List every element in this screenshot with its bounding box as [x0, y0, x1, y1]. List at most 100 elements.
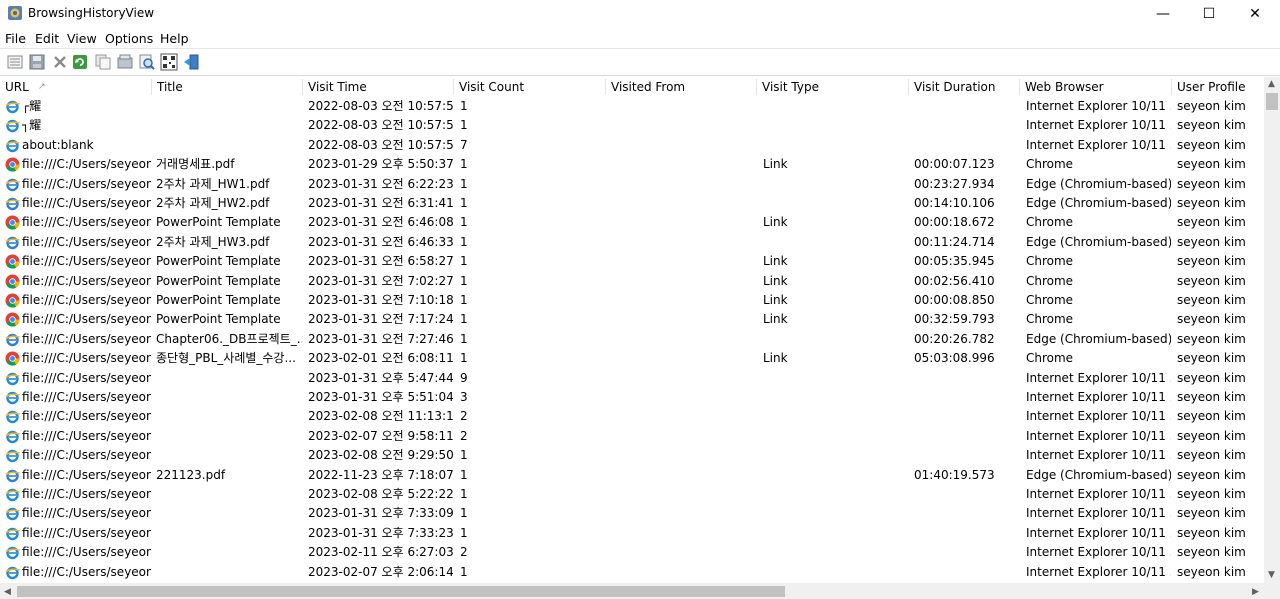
close-button[interactable]: ✕	[1232, 0, 1278, 27]
save-icon[interactable]	[28, 53, 46, 71]
cell-title: 2주차 과제_HW3.pdf	[156, 234, 270, 249]
table-row[interactable]: file:///C:/Users/seyeon... 2023-02-08 오전 …	[0, 407, 1264, 426]
chrome-browser-icon	[5, 293, 20, 308]
table-row[interactable]: file:///C:/Users/seyeon... 2023-01-31 오후 …	[0, 504, 1264, 523]
scroll-up-icon[interactable]: ▲	[1268, 79, 1275, 89]
cell-browser: Chrome	[1026, 254, 1074, 269]
table-row[interactable]: file:///C:/Users/seyeon... 2023-02-07 오후 …	[0, 563, 1264, 582]
table-row[interactable]: file:///C:/Users/seyeon... Chapter06._DB프…	[0, 330, 1264, 349]
cell-url: file:///C:/Users/seyeon...	[0, 155, 151, 174]
cell-url: ┌耀	[0, 97, 151, 116]
table-row[interactable]: file:///C:/Users/seyeon... 종단형_PBL_사례별_수강…	[0, 349, 1264, 368]
table-row[interactable]: file:///C:/Users/seyeon... 221123.pdf 2022…	[0, 466, 1264, 485]
table-row[interactable]: file:///C:/Users/seyeon... 2주차 과제_HW2.pdf…	[0, 194, 1264, 213]
cell-time: 2022-08-03 오전 10:57:55	[308, 99, 453, 113]
cell-dur	[914, 388, 1019, 407]
cell-from	[611, 563, 756, 582]
column-header-url[interactable]: URL ↗	[0, 77, 152, 97]
ie-browser-icon	[5, 449, 20, 463]
table-row[interactable]: file:///C:/Users/seyeon... PowerPoint Tem…	[0, 310, 1264, 329]
report-icon[interactable]	[6, 53, 24, 71]
table-row[interactable]: file:///C:/Users/seyeon... PowerPoint Tem…	[0, 272, 1264, 291]
cell-count: 2	[460, 545, 468, 560]
table-row[interactable]: file:///C:/Users/seyeon... 2023-02-08 오전 …	[0, 446, 1264, 465]
table-row[interactable]: file:///C:/Users/seyeon... PowerPoint Tem…	[0, 291, 1264, 310]
cell-dur: 00:00:08.850	[914, 293, 995, 307]
chrome-browser-icon	[5, 254, 20, 269]
cell-profile: seyeon kim	[1177, 99, 1246, 113]
exit-icon[interactable]	[183, 53, 201, 71]
menu-help[interactable]: Help	[160, 31, 189, 46]
refresh-icon[interactable]	[71, 53, 89, 71]
vertical-scroll-thumb[interactable]	[1266, 93, 1278, 110]
menu-edit[interactable]: Edit	[35, 31, 59, 46]
cell-count: 1	[460, 506, 468, 521]
cell-time: 2022-08-03 오전 10:57:56	[308, 137, 453, 152]
scroll-left-icon[interactable]: ◀	[4, 587, 11, 597]
vertical-scrollbar[interactable]	[1264, 77, 1280, 583]
cell-from	[611, 407, 756, 426]
table-row[interactable]: about:blank 2022-08-03 오전 10:57:56 7 Intern…	[0, 136, 1264, 155]
cell-title	[156, 97, 302, 116]
cell-profile: seyeon kim	[1177, 331, 1246, 346]
cell-time: 2023-01-31 오후 5:51:04	[308, 390, 453, 404]
edge-browser-icon	[5, 469, 20, 482]
cell-time: 2022-11-23 오후 7:18:07	[308, 467, 453, 482]
cell-count: 1	[460, 176, 468, 191]
cell-browser: Edge (Chromium-based)	[1026, 467, 1171, 482]
table-row[interactable]: file:///C:/Users/seyeon... 2023-01-31 오후 …	[0, 388, 1264, 407]
column-header-visit-time[interactable]: Visit Time	[303, 77, 454, 97]
find-icon[interactable]	[138, 53, 156, 71]
table-row[interactable]: ┐耀 2022-08-03 오전 10:57:55 1 Internet Explor…	[0, 116, 1264, 135]
copy-icon[interactable]	[94, 53, 112, 71]
cell-profile: seyeon kim	[1177, 545, 1246, 560]
cell-browser: Internet Explorer 10/11 ...	[1026, 390, 1171, 404]
column-header-web-browser[interactable]: Web Browser	[1020, 77, 1172, 97]
cell-dur	[914, 446, 1019, 465]
table-row[interactable]: ┌耀 2022-08-03 오전 10:57:55 1 Internet Explor…	[0, 97, 1264, 116]
table-row[interactable]: file:///C:/Users/seyeon... PowerPoint Tem…	[0, 213, 1264, 232]
cell-profile: seyeon kim	[1177, 273, 1246, 288]
cell-time: 2023-01-31 오후 7:33:09	[308, 506, 453, 521]
scroll-right-icon[interactable]: ▶	[1252, 587, 1259, 597]
table-row[interactable]: file:///C:/Users/seyeon... 2023-01-31 오후 …	[0, 524, 1264, 543]
menu-options[interactable]: Options	[105, 31, 153, 46]
cell-type: Link	[763, 351, 788, 366]
column-header-title[interactable]: Title	[152, 77, 303, 97]
menu-file[interactable]: File	[5, 31, 26, 46]
column-header-visited-from[interactable]: Visited From	[606, 77, 757, 97]
table-row[interactable]: file:///C:/Users/seyeon... 2023-01-31 오후 …	[0, 369, 1264, 388]
minimize-button[interactable]: —	[1140, 0, 1186, 27]
cell-url: file:///C:/Users/seyeon...	[0, 213, 151, 232]
history-list[interactable]: URL ↗ Title Visit Time Visit Count Visit…	[0, 77, 1264, 583]
menu-view[interactable]: View	[67, 31, 97, 46]
table-row[interactable]: file:///C:/Users/seyeon... 2023-02-11 오후 …	[0, 543, 1264, 562]
column-header-visit-count[interactable]: Visit Count	[454, 77, 606, 97]
cell-browser: Edge (Chromium-based)	[1026, 234, 1171, 249]
cell-title: Chapter06._DB프로젝트_...	[156, 331, 302, 346]
ie-browser-icon	[5, 391, 20, 405]
scroll-down-icon[interactable]: ▼	[1268, 570, 1275, 580]
cell-from	[611, 369, 756, 388]
column-header-user-profile[interactable]: User Profile	[1172, 77, 1264, 97]
cell-from	[611, 466, 756, 485]
html-report-icon[interactable]	[160, 53, 178, 71]
column-header-visit-duration[interactable]: Visit Duration	[909, 77, 1020, 97]
column-header-visit-type[interactable]: Visit Type	[757, 77, 909, 97]
cell-url: file:///C:/Users/seyeon...	[0, 272, 151, 291]
table-row[interactable]: file:///C:/Users/seyeon... 2주차 과제_HW1.pdf…	[0, 175, 1264, 194]
table-row[interactable]: file:///C:/Users/seyeon... 2023-02-08 오후 …	[0, 485, 1264, 504]
delete-icon[interactable]	[51, 53, 69, 71]
cell-time: 2023-01-31 오전 6:46:33	[308, 234, 453, 249]
cell-type	[763, 485, 908, 504]
properties-icon[interactable]	[116, 53, 134, 71]
cell-from	[611, 155, 756, 174]
table-row[interactable]: file:///C:/Users/seyeon... 2023-02-07 오전 …	[0, 427, 1264, 446]
table-row[interactable]: file:///C:/Users/seyeon... 2주차 과제_HW3.pdf…	[0, 233, 1264, 252]
horizontal-scroll-thumb[interactable]	[17, 586, 785, 597]
table-row[interactable]: file:///C:/Users/seyeon... 거래명세표.pdf 2023-…	[0, 155, 1264, 174]
table-row[interactable]: file:///C:/Users/seyeon... PowerPoint Tem…	[0, 252, 1264, 271]
cell-profile: seyeon kim	[1177, 390, 1246, 404]
maximize-button[interactable]: ☐	[1186, 0, 1232, 27]
ie-browser-icon	[5, 411, 20, 424]
